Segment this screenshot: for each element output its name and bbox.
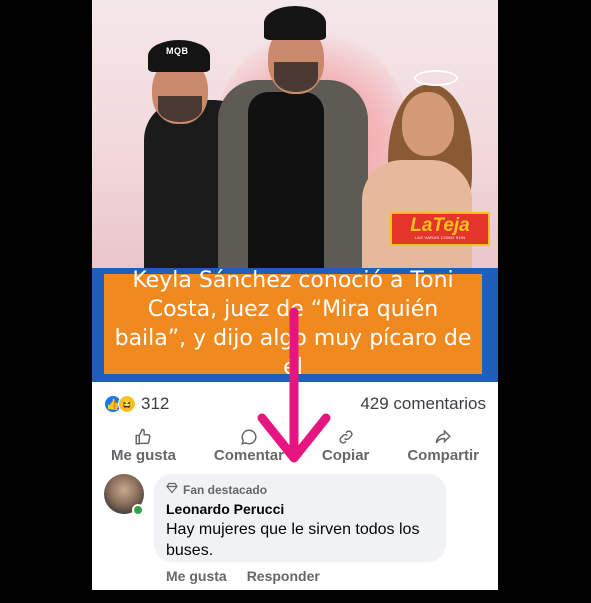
comment-bubble: Fan destacado Leonardo Perucci Hay mujer… xyxy=(154,474,446,562)
haha-reaction-icon: 😆 xyxy=(118,395,136,413)
online-status-dot xyxy=(132,504,144,516)
headline-banner[interactable]: Keyla Sánchez conoció a Toni Costa, juez… xyxy=(92,268,498,382)
thumbs-up-icon xyxy=(134,428,152,446)
comment-button[interactable]: Comentar xyxy=(214,428,284,464)
reactions-row: 👍 😆 312 429 comentarios xyxy=(92,390,498,418)
action-bar: Me gusta Comentar Copiar Compartir xyxy=(92,424,498,468)
comment-icon xyxy=(240,428,258,446)
comment-reply-button[interactable]: Responder xyxy=(247,568,320,584)
diamond-icon xyxy=(166,482,178,497)
post-image[interactable]: MQB LaTeja LAS VARAS COMO SON xyxy=(92,0,498,268)
reaction-count: 312 xyxy=(141,394,170,413)
link-icon xyxy=(337,428,355,446)
comments-count[interactable]: 429 comentarios xyxy=(360,394,486,414)
reaction-summary[interactable]: 👍 😆 312 xyxy=(104,394,169,414)
copy-button[interactable]: Copiar xyxy=(322,428,369,464)
headline-text: Keyla Sánchez conoció a Toni Costa, juez… xyxy=(114,268,472,380)
share-button[interactable]: Compartir xyxy=(407,428,479,464)
fan-badge: Fan destacado xyxy=(166,482,434,497)
post-card: MQB LaTeja LAS VARAS COMO SON Keyla Sánc… xyxy=(92,0,498,590)
like-button[interactable]: Me gusta xyxy=(111,428,176,464)
la-teja-logo: LaTeja LAS VARAS COMO SON xyxy=(390,212,490,246)
cap-logo-text: MQB xyxy=(166,46,189,56)
share-icon xyxy=(434,428,452,446)
comment-actions: Me gusta Responder xyxy=(166,568,320,584)
comment-like-button[interactable]: Me gusta xyxy=(166,568,227,584)
comment-text: Hay mujeres que le sirven todos los buse… xyxy=(166,521,420,559)
comment-author[interactable]: Leonardo Perucci xyxy=(166,501,434,517)
